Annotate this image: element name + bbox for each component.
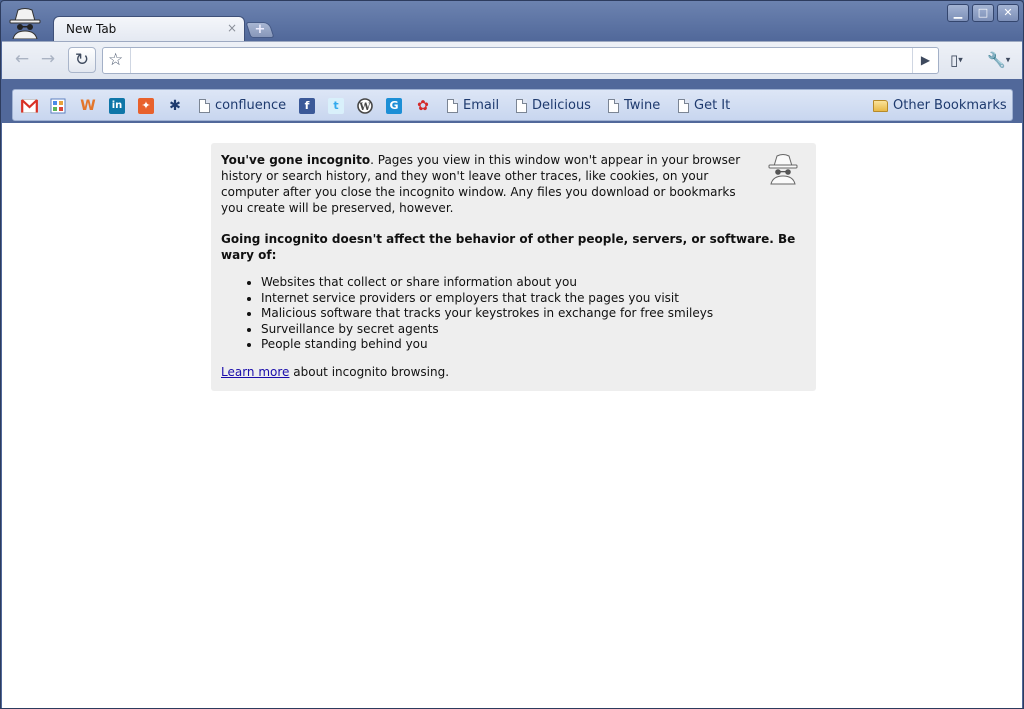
address-input[interactable] — [134, 50, 904, 71]
bookmark-getit[interactable]: Get It — [678, 97, 730, 114]
bookmark-w[interactable]: W — [80, 97, 96, 114]
window-controls: ▁ □ ✕ — [947, 4, 1019, 22]
bookmark-label: Get It — [694, 98, 731, 113]
incognito-intro: You've gone incognito. Pages you view in… — [221, 152, 761, 216]
tab-new-tab[interactable]: New Tab × — [53, 16, 245, 41]
maximize-button[interactable]: □ — [972, 4, 994, 22]
list-item: Surveillance by secret agents — [261, 322, 713, 338]
bookmark-feed[interactable]: ✦ — [138, 97, 154, 114]
minimize-button[interactable]: ▁ — [947, 4, 969, 22]
incognito-spy-icon — [768, 154, 798, 185]
paw-icon: ✿ — [417, 97, 429, 114]
person-icon: ✱ — [169, 97, 181, 114]
twitter-icon: t — [328, 97, 344, 114]
tab-close-icon[interactable]: × — [227, 21, 237, 35]
w-logo-icon: W — [80, 97, 96, 114]
wordpress-icon: W — [357, 97, 373, 114]
plus-icon: + — [254, 22, 266, 37]
bookmark-label: confluence — [215, 98, 287, 113]
list-item: Internet service providers or employers … — [261, 291, 713, 307]
incognito-lead: You've gone incognito — [221, 153, 371, 167]
facebook-icon: f — [299, 97, 315, 114]
bookmark-gmail[interactable] — [21, 97, 38, 114]
page-icon — [608, 98, 619, 113]
wrench-icon: 🔧 — [987, 51, 1006, 69]
other-bookmarks-button[interactable]: Other Bookmarks — [873, 97, 1007, 114]
bookmark-wordpress[interactable]: W — [357, 97, 373, 114]
bookmark-label: Twine — [624, 98, 661, 113]
incognito-spy-logo-icon — [9, 8, 41, 39]
linkedin-icon: in — [109, 97, 125, 114]
reload-button[interactable]: ↻ — [68, 47, 96, 73]
bookmark-delicious[interactable]: Delicious — [516, 97, 591, 114]
bookmarks-bar: W in ✦ ✱ confluence f t W G ✿ Email Deli… — [12, 89, 1013, 121]
list-item: Malicious software that tracks your keys… — [261, 306, 713, 322]
close-window-button[interactable]: ✕ — [997, 4, 1019, 22]
toolbar: ← → ↻ ☆ ▶ ▯▾ 🔧▾ — [2, 41, 1022, 79]
forward-button[interactable]: → — [36, 48, 60, 72]
page-icon — [516, 98, 527, 113]
learn-more-line: Learn more about incognito browsing. — [221, 365, 449, 379]
browser-window: New Tab × + ▁ □ ✕ ← → ↻ ☆ ▶ ▯▾ 🔧▾ W in ✦… — [0, 0, 1024, 709]
svg-text:W: W — [358, 102, 371, 113]
bookmark-facebook[interactable]: f — [299, 97, 315, 114]
incognito-message-box: You've gone incognito. Pages you view in… — [211, 143, 816, 391]
bookmark-confluence[interactable]: confluence — [199, 97, 286, 114]
omnibox: ☆ ▶ — [102, 47, 939, 74]
wrench-menu-button[interactable]: 🔧▾ — [987, 49, 1010, 71]
list-item: People standing behind you — [261, 337, 713, 353]
bookmark-email[interactable]: Email — [447, 97, 499, 114]
bookmark-g[interactable]: G — [386, 97, 402, 114]
chevron-down-icon: ▾ — [958, 55, 963, 66]
page-icon — [199, 98, 210, 113]
g-logo-icon: G — [386, 97, 402, 114]
feed-icon: ✦ — [138, 97, 154, 114]
list-item: Websites that collect or share informati… — [261, 275, 713, 291]
page-content: You've gone incognito. Pages you view in… — [2, 123, 1022, 708]
chevron-down-icon: ▾ — [1005, 55, 1011, 66]
bookmark-reader[interactable] — [50, 97, 66, 114]
back-button[interactable]: ← — [10, 48, 34, 72]
tab-title: New Tab — [66, 22, 117, 36]
bookmark-label: Email — [463, 98, 500, 113]
star-icon[interactable]: ☆ — [108, 50, 123, 70]
bookmark-paw[interactable]: ✿ — [415, 97, 431, 114]
folder-icon — [873, 99, 888, 112]
page-menu-button[interactable]: ▯▾ — [950, 49, 963, 71]
bookmark-twitter[interactable]: t — [328, 97, 344, 114]
learn-more-rest: about incognito browsing. — [289, 365, 450, 379]
bookmark-label: Delicious — [532, 98, 591, 113]
page-icon — [447, 98, 458, 113]
learn-more-link[interactable]: Learn more — [221, 365, 289, 379]
go-button[interactable]: ▶ — [912, 48, 938, 73]
new-tab-button[interactable]: + — [245, 22, 275, 38]
page-icon — [678, 98, 689, 113]
bookmark-linkedin[interactable]: in — [109, 97, 125, 114]
incognito-wary-list: Websites that collect or share informati… — [249, 275, 713, 353]
gmail-icon — [21, 98, 38, 113]
omnibox-divider — [130, 48, 131, 73]
google-reader-icon — [50, 98, 66, 113]
incognito-warning: Going incognito doesn't affect the behav… — [221, 232, 796, 262]
bookmark-twine[interactable]: Twine — [608, 97, 660, 114]
bookmark-label: Other Bookmarks — [893, 98, 1007, 113]
bookmark-person[interactable]: ✱ — [167, 97, 183, 114]
